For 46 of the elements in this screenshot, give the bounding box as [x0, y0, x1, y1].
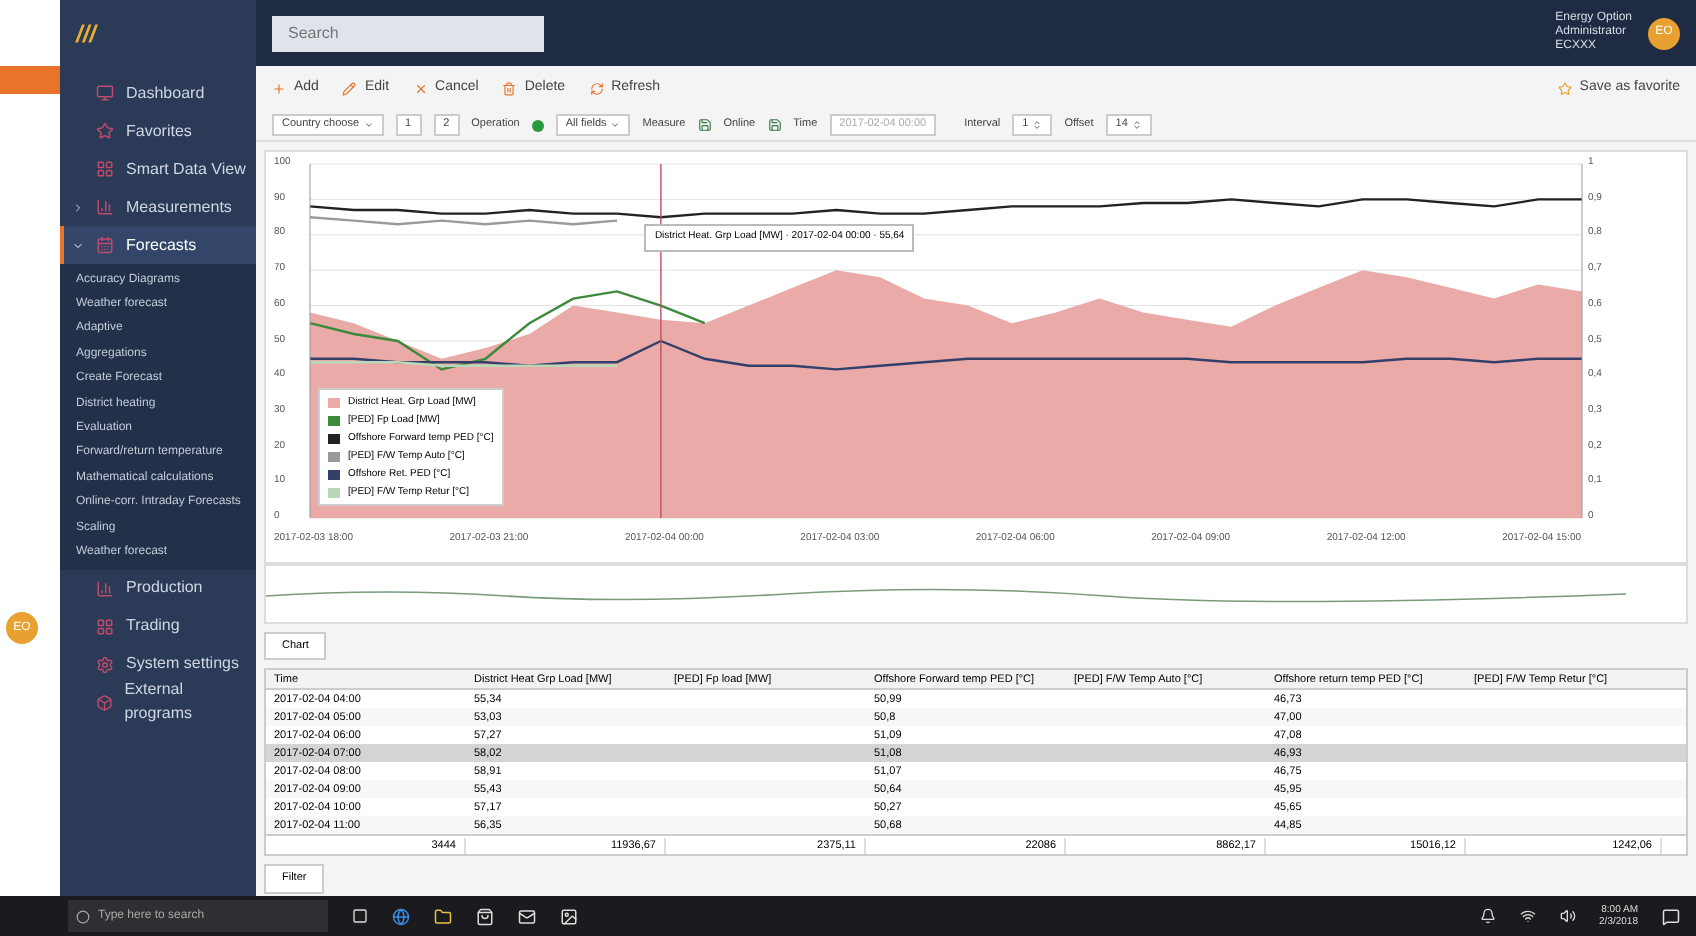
monitor-icon [96, 84, 114, 102]
chevron-icon [72, 201, 84, 213]
save-icon[interactable] [697, 118, 712, 132]
sidebar-item[interactable]: Smart Data View [60, 150, 256, 188]
window-accent-bar [0, 66, 60, 94]
notification-icon[interactable] [1662, 907, 1680, 925]
task-view-icon[interactable] [352, 908, 368, 924]
mail-icon[interactable] [518, 907, 536, 925]
chart-icon [96, 198, 114, 216]
star-icon [1557, 81, 1572, 95]
sidebar-item[interactable]: Trading [60, 607, 256, 646]
trash-icon [502, 81, 517, 95]
sidebar-item[interactable]: External programs [60, 683, 256, 722]
wifi-icon[interactable] [1519, 908, 1536, 924]
caret-icon [610, 120, 621, 130]
caret-icon [363, 120, 374, 130]
box-icon [95, 693, 113, 712]
refresh-icon [589, 81, 604, 95]
browser-icon[interactable] [392, 907, 410, 925]
folder-icon[interactable] [434, 907, 452, 925]
sidebar-item[interactable]: System settings [60, 645, 256, 684]
plus-icon [272, 81, 286, 95]
chevron-icon [72, 239, 84, 251]
settings-icon [96, 655, 114, 674]
grid-icon [96, 617, 114, 636]
star-icon [96, 122, 114, 140]
bell-icon[interactable] [1479, 908, 1496, 924]
sidebar-item[interactable]: Dashboard [60, 74, 256, 112]
sidebar-item[interactable]: Measurements [60, 188, 256, 226]
spinner-arrows-icon [1131, 120, 1142, 130]
store-icon[interactable] [476, 907, 494, 925]
search-field[interactable]: Search [272, 15, 544, 51]
logo: /// [73, 17, 100, 51]
volume-icon[interactable] [1559, 908, 1576, 924]
grid-icon [96, 160, 114, 178]
calendar-icon [96, 236, 114, 254]
pencil-icon [342, 81, 357, 95]
spinner-arrows-icon [1032, 120, 1043, 130]
sidebar-item[interactable]: Favorites [60, 112, 256, 150]
sidebar-item[interactable]: Forecasts [60, 226, 256, 264]
search-icon [76, 909, 90, 923]
close-icon [413, 81, 428, 95]
chart-icon [96, 579, 114, 598]
save-icon[interactable] [767, 118, 782, 132]
sidebar-item[interactable]: Production [60, 569, 256, 608]
photos-icon[interactable] [560, 907, 578, 925]
